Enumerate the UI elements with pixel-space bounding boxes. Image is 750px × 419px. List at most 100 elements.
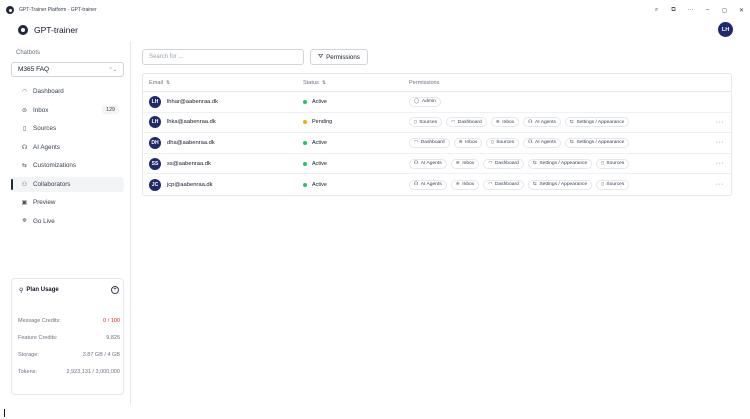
row-more-options-icon[interactable]: ···: [709, 139, 731, 146]
sort-icon[interactable]: ⇅: [322, 80, 326, 86]
add-circle-icon[interactable]: +: [111, 286, 119, 294]
email-cell: DH dha@aabenraa.dk: [143, 136, 303, 149]
sidebar-item-ai-agents[interactable]: ☊ AI Agents: [11, 140, 124, 155]
permission-icon: ▯: [601, 182, 604, 188]
table-row[interactable]: DH dha@aabenraa.dk Active ◠ Dashboard ⊜ Inbox ▯…: [143, 133, 731, 154]
sort-icon[interactable]: ⇅: [166, 80, 170, 86]
close-button[interactable]: ✕: [733, 7, 750, 14]
sidebar-item-label: AI Agents: [33, 143, 60, 151]
permission-icon: ⇆: [532, 182, 537, 188]
email-text: ss@aabenraa.dk: [167, 160, 211, 167]
column-email[interactable]: Email ⇅: [143, 80, 303, 86]
row-more-options-icon[interactable]: ···: [709, 160, 731, 167]
sync-icon[interactable]: ⧉: [665, 7, 682, 14]
status-badge: Active: [303, 182, 409, 188]
chatbots-label: Chatbots: [16, 50, 41, 56]
permissions-cell: ☊ AI Agents ⊜ Inbox ◠ Dashboard ⇆ Settings / Ap…: [409, 158, 709, 169]
sidebar-item-label: Preview: [33, 199, 56, 206]
app-header: GPT-trainer LH: [0, 20, 750, 39]
headset-icon: ☊: [21, 144, 28, 151]
permission-chip: ▯ Sources: [486, 137, 520, 148]
row-more-options-icon[interactable]: ···: [709, 181, 731, 188]
collaborators-table: Email ⇅ Status ⇅ Permissions LH lhhar@aaben…: [142, 73, 732, 196]
sidebar-item-collaborators[interactable]: ⚇ Collaborators: [11, 176, 124, 192]
permissions-filter-label: Permissions: [326, 53, 360, 61]
permission-chip: ◠ Dashboard: [409, 137, 450, 148]
column-status[interactable]: Status ⇅: [303, 80, 409, 86]
permission-icon: ☊: [414, 161, 419, 167]
email-cell: JC jcp@aabenraa.dk: [143, 178, 303, 191]
plan-usage-row: Storage: 3.87 GB / 4 GB: [18, 352, 120, 358]
permission-chip: ☊ AI Agents: [409, 158, 447, 169]
plan-usage-label: Message Credits:: [18, 318, 61, 324]
window-title: GPT-Trainer Platform - GPT-trainer: [19, 7, 97, 13]
more-icon[interactable]: ···: [682, 7, 699, 13]
avatar: DH: [149, 136, 161, 149]
status-badge: Pending: [303, 119, 409, 125]
search-input[interactable]: Search for ...: [142, 49, 304, 65]
sidebar-item-preview[interactable]: ▣ Preview: [11, 195, 124, 210]
sidebar-item-inbox[interactable]: ⊜ Inbox 129: [11, 103, 124, 118]
sidebar-item-sources[interactable]: ▯ Sources: [11, 121, 124, 136]
minimize-button[interactable]: –: [699, 7, 716, 13]
email-cell: LH lhka@aabenraa.dk: [143, 116, 303, 129]
permission-chip: ▯ Sources: [596, 158, 630, 169]
plan-usage-label: Storage:: [18, 352, 39, 358]
plan-usage-title: Plan Usage: [26, 287, 59, 293]
table-row[interactable]: SS ss@aabenraa.dk Active ☊ AI Agents ⊜ Inbox ◠ D…: [143, 154, 731, 175]
go-live-icon: ⛯: [22, 217, 27, 224]
permission-icon: ⇆: [569, 119, 574, 125]
permission-icon: ⊜: [455, 161, 460, 167]
table-row[interactable]: LH lhka@aabenraa.dk Pending ▯ Sources ◠ Dashbo…: [143, 113, 731, 134]
permission-chip: ◠ Dashboard: [446, 117, 487, 128]
plan-usage-card: ⚲ Plan Usage + Message Credits: 0 / 100 Fe…: [11, 278, 124, 395]
rocket-icon: ⚲: [19, 287, 24, 294]
status-badge: Active: [303, 161, 409, 167]
dashboard-icon: ◠: [21, 89, 28, 95]
sidebar-item-dashboard[interactable]: ◠ Dashboard: [11, 84, 124, 99]
permission-chip: ⊜ Inbox: [450, 158, 480, 169]
permissions-cell: ◠ Dashboard ⊜ Inbox ▯ Sources ☊ AI Agents ⇆ Setti…: [409, 137, 709, 148]
table-row[interactable]: JC jcp@aabenraa.dk Active ☊ AI Agents ⊜ Inbox ◠…: [143, 174, 731, 195]
sidebar-item-label: Dashboard: [33, 88, 64, 95]
sidebar-item-label: Customizations: [33, 162, 77, 169]
permission-chip: ☊ AI Agents: [409, 179, 447, 190]
text-cursor: [4, 409, 5, 417]
window-titlebar: GPT-Trainer Platform - GPT-trainer ⌕ ⧉ ·…: [0, 0, 750, 20]
maximize-button[interactable]: ◻: [716, 7, 733, 14]
permission-chip: ⊜ Inbox: [450, 179, 480, 190]
permission-icon: ⊜: [495, 119, 500, 125]
table-row[interactable]: LH lhhar@aabenraa.dk Active ◯ Admin: [143, 92, 731, 113]
sidebar-item-label: Go Live: [33, 217, 55, 225]
permission-chip: ▯ Sources: [409, 117, 443, 128]
status-dot-icon: [303, 99, 307, 104]
logo-icon: [16, 24, 30, 36]
permission-chip: ⊜ Inbox: [453, 137, 483, 148]
permission-icon: ▯: [601, 161, 604, 167]
plan-usage-label: Tokens:: [18, 369, 37, 375]
permission-icon: ⊜: [455, 182, 460, 188]
sidebar-item-label: Sources: [33, 125, 57, 132]
sidebar-item-customizations[interactable]: ⇆ Customizations: [11, 158, 124, 173]
inbox-icon: ⊜: [21, 107, 28, 114]
file-icon: ▯: [22, 126, 27, 132]
permission-icon: ☊: [528, 140, 533, 146]
sidebar-item-label: Collaborators: [33, 180, 71, 188]
chatbot-select[interactable]: M365 FAQ ⌃⌄: [11, 62, 124, 77]
sidebar-item-go-live[interactable]: ⛯ Go Live: [11, 214, 124, 229]
zoom-icon[interactable]: ⌕: [648, 7, 665, 14]
status-dot-icon: [303, 161, 307, 166]
permission-chip: ⇆ Settings / Appearance: [564, 137, 630, 148]
row-more-options-icon[interactable]: ···: [709, 119, 731, 126]
status-dot-icon: [303, 182, 307, 187]
logo-text: GPT-trainer: [34, 24, 78, 35]
plan-usage-row: Message Credits: 0 / 100: [18, 318, 120, 324]
logo[interactable]: GPT-trainer: [16, 24, 78, 36]
permissions-cell: ◯ Admin: [409, 96, 709, 107]
permission-chip: ⇆ Settings / Appearance: [527, 158, 593, 169]
plan-usage-row: Feature Credits: 9,825: [18, 335, 120, 341]
plan-usage-value: 2,923,131 / 3,000,000: [66, 369, 120, 375]
inbox-count-badge: 129: [102, 106, 119, 114]
permissions-filter-button[interactable]: ⛛ Permissions: [310, 49, 368, 65]
user-avatar[interactable]: LH: [718, 22, 733, 37]
